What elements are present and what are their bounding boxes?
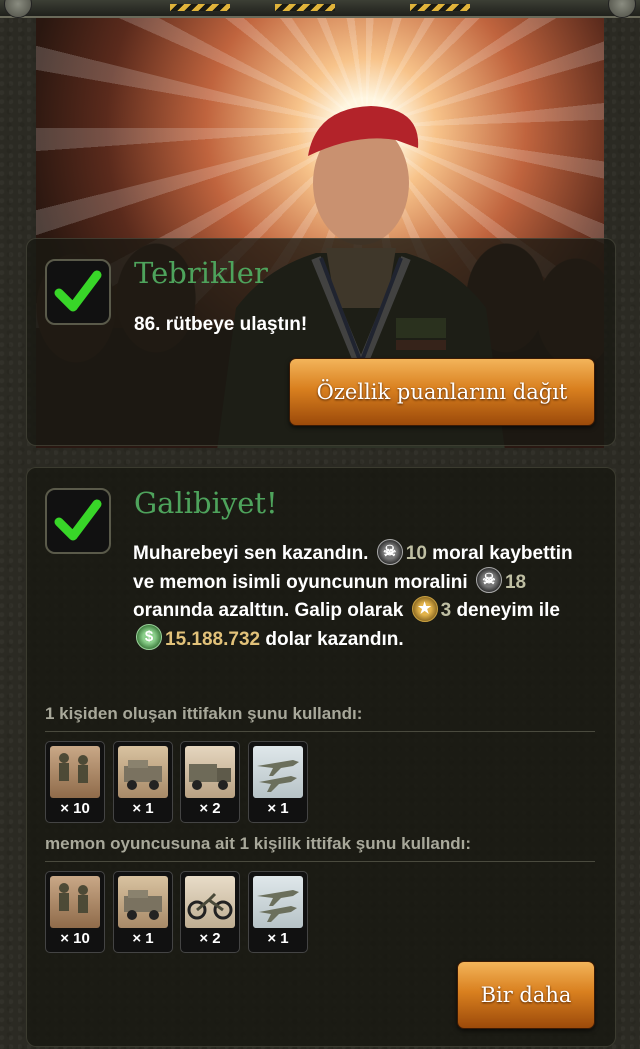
distribute-points-button[interactable]: Özellik puanlarını dağıt: [289, 358, 595, 426]
fight-again-button[interactable]: Bir daha: [457, 961, 595, 1029]
infantry-icon: [50, 876, 100, 928]
unit-card[interactable]: × 1: [248, 871, 308, 953]
armored-truck-icon: [118, 876, 168, 928]
morale-lost-value: 10: [405, 543, 427, 564]
military-truck-icon: [185, 746, 235, 798]
unit-card[interactable]: × 2: [180, 741, 240, 823]
right-bolt-icon: [608, 0, 636, 18]
unit-card[interactable]: × 1: [113, 741, 173, 823]
motorcycle-icon: [185, 876, 235, 928]
unit-card[interactable]: × 1: [248, 741, 308, 823]
infantry-icon: [50, 746, 100, 798]
skull-icon: ☠: [475, 567, 502, 594]
unit-count: × 10: [60, 930, 90, 947]
unit-count: × 10: [60, 800, 90, 817]
unit-count: × 1: [267, 800, 289, 817]
unit-card[interactable]: × 10: [45, 741, 105, 823]
dollar-value: 15.188.732: [165, 628, 261, 650]
summary-text: dolar kazandın.: [265, 628, 404, 650]
summary-text: deneyim ile: [456, 600, 560, 621]
hazard-stripes: [410, 4, 470, 11]
unit-card[interactable]: × 10: [45, 871, 105, 953]
victory-title: Galibiyet!: [134, 486, 278, 520]
unit-count: × 1: [132, 930, 154, 947]
unit-count: × 1: [267, 930, 289, 947]
skull-icon: ☠: [376, 538, 403, 565]
unit-count: × 1: [132, 800, 154, 817]
experience-star-icon: ★: [411, 595, 438, 622]
armored-truck-icon: [118, 746, 168, 798]
dollar-icon: $: [136, 624, 162, 651]
left-bolt-icon: [4, 0, 32, 18]
battle-summary: Muharebeyi sen kazandın. ☠ 10 moral kaybe…: [133, 538, 583, 654]
unit-card[interactable]: × 1: [113, 871, 173, 953]
checkmark-icon: [45, 488, 111, 554]
fighter-jet-icon: [253, 746, 303, 798]
divider: [45, 861, 595, 862]
summary-text: Muharebeyi sen kazandın.: [133, 543, 369, 564]
fighter-jet-icon: [253, 876, 303, 928]
unit-card[interactable]: × 2: [180, 871, 240, 953]
summary-text: oranında azalttın. Galip olarak: [133, 600, 404, 621]
unit-count: × 2: [199, 930, 221, 947]
morale-reduced-value: 18: [504, 571, 527, 593]
unit-count: × 2: [199, 800, 221, 817]
hazard-stripes: [275, 4, 335, 11]
experience-value: 3: [440, 600, 452, 621]
checkmark-icon: [45, 259, 111, 325]
congrats-title: Tebrikler: [134, 256, 268, 290]
enemy-alliance-label: memon oyuncusuna ait 1 kişilik ittifak ş…: [45, 834, 472, 853]
own-alliance-label: 1 kişiden oluşan ittifakın şunu kullandı…: [45, 704, 363, 723]
divider: [45, 731, 595, 732]
rank-message: 86. rütbeye ulaştın!: [134, 314, 308, 335]
top-bar: [0, 0, 640, 18]
hazard-stripes: [170, 4, 230, 11]
